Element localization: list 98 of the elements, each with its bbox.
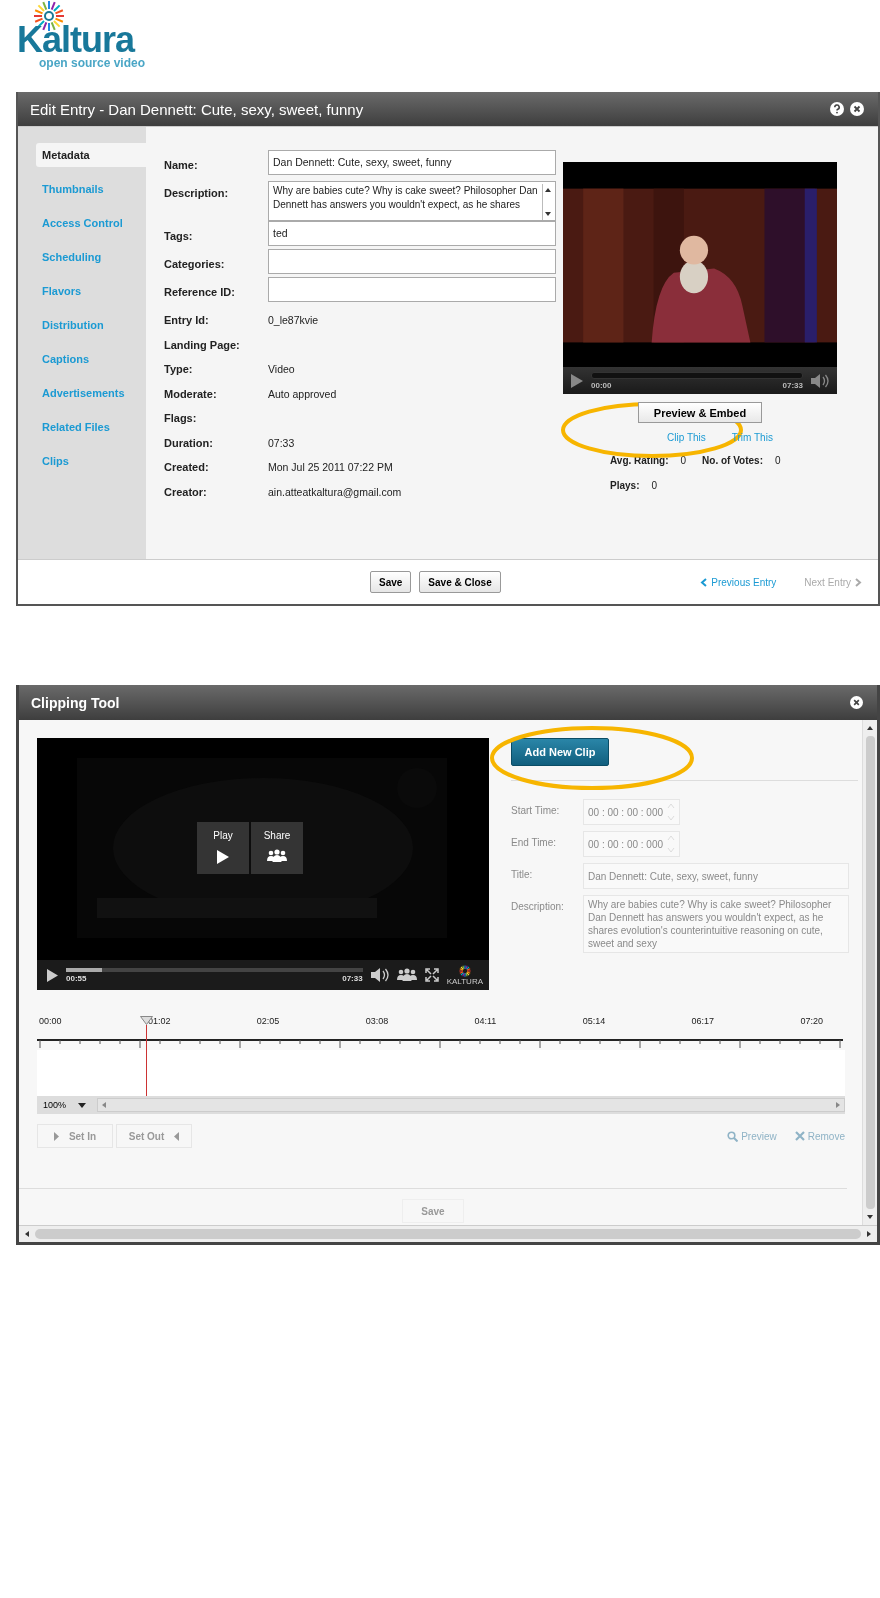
sidebar-tab[interactable]: Related Files [36,415,146,439]
sidebar-tab[interactable]: Metadata [36,143,146,167]
field-label: Categories: [164,257,226,270]
progress-track[interactable] [66,967,363,972]
triangle-right-icon [53,1131,59,1141]
share-icon[interactable] [396,968,417,982]
sidebar-tab[interactable]: Clips [36,449,146,473]
link[interactable]: Clip This [667,432,706,443]
field-label: Name: [164,158,199,171]
field-label: Entry Id: [164,313,210,326]
field-label: Reference ID: [164,285,236,298]
close-icon[interactable] [850,102,864,116]
brand-label: KALTURA [446,976,483,986]
field-label: Moderate: [164,386,218,400]
sidebar-tab[interactable]: Flavors [36,279,146,303]
play-icon [216,849,230,865]
field-label: Landing Page: [164,337,241,351]
triangle-left-icon [174,1131,180,1141]
field-label: Created: [164,460,210,473]
sidebar-tab[interactable]: Advertisements [36,381,146,405]
field-label: Type: [164,362,194,375]
field-value: Mon Jul 25 2011 07:22 PM [268,460,393,473]
timeline[interactable]: 00:00 01:02 02:05 03:08 04:11 05:14 06:17 07:20 100% [37,1016,845,1114]
scroll-up-icon[interactable] [866,724,874,732]
window-title: Clipping Tool [31,694,120,711]
people-icon [267,849,287,863]
play-icon[interactable] [47,968,58,982]
logo-wordmark: Kaltura [17,24,135,56]
playhead-line [146,1025,148,1096]
field-label: Description: [164,186,230,199]
field-value: Video [268,362,295,375]
volume-icon[interactable] [811,373,829,388]
field-label: End Time: [511,836,558,848]
field-label: Creator: [164,484,208,498]
search-icon [727,1130,739,1142]
input-field[interactable] [268,249,556,274]
time-label: 01:02 [147,1016,171,1026]
time-label: 07:20 [800,1016,823,1026]
time-label: 02:05 [256,1016,280,1026]
field-value: 0_le87kvie [268,313,319,326]
previous-entry-link[interactable]: Previous Entry [700,576,777,588]
field-label: Title: [511,868,534,880]
preview-embed-button[interactable]: Preview & Embed [638,402,762,423]
duration-time: 07:33 [342,973,363,983]
footer-button[interactable]: Save & Close [419,571,501,593]
close-icon [794,1131,805,1141]
sidebar-tab[interactable]: Access Control [36,211,146,235]
time-label: 03:08 [365,1016,389,1026]
field-value: ain.atteatkaltura@gmail.com [268,484,402,498]
zoom-dropdown[interactable]: 100% [37,1100,97,1110]
description-field[interactable]: Why are babies cute? Why is cake sweet? Philosopher Dan Dennett has answers you wouldn't expect, as he shares [268,181,556,221]
sidebar-tab[interactable]: Captions [36,347,146,371]
chevron-left-icon [700,577,708,587]
progress-track[interactable] [591,371,803,379]
time-label: 05:14 [582,1016,606,1026]
window-title: Edit Entry - Dan Dennett: Cute, sexy, sweet, funny [30,100,364,118]
stat-label: No. of Votes: [702,455,763,466]
share-overlay-button[interactable]: Share [251,822,303,874]
field-value: 07:33 [268,435,295,449]
field-value: Auto approved [268,386,337,400]
stat-value: 0 [680,455,687,466]
caret-icon [78,1102,87,1108]
scroll-down-icon[interactable] [866,1213,874,1221]
sidebar-tab[interactable]: Thumbnails [36,177,146,201]
logo-tagline: open source video [39,57,146,70]
close-icon[interactable] [850,696,863,709]
input-field[interactable]: ted [268,221,556,246]
add-new-clip-button[interactable]: Add New Clip [511,738,609,766]
help-icon[interactable] [830,102,844,116]
vertical-scrollbar[interactable] [862,720,877,1225]
stat-label: Plays: [610,480,640,491]
sidebar-tab[interactable]: Distribution [36,313,146,337]
volume-icon[interactable] [370,968,389,982]
footer-button[interactable]: Save [370,571,412,593]
chevron-right-icon [855,577,862,587]
stat-value: 0 [651,480,658,491]
elapsed-time: 00:55 [66,973,87,983]
duration-time: 07:33 [782,380,803,390]
time-label: 06:17 [691,1016,715,1026]
input-field[interactable] [268,277,556,302]
field-label: Tags: [164,229,194,242]
field-label: Description: [511,900,565,912]
horizontal-scrollbar[interactable] [19,1225,877,1242]
field-label: Duration: [164,435,214,449]
time-label: 04:11 [474,1016,497,1026]
play-icon[interactable] [571,373,583,388]
stat-value: 0 [775,455,781,466]
field-label: Start Time: [511,804,561,816]
fullscreen-icon[interactable] [424,968,439,982]
sunburst-icon [458,964,471,977]
scroll-right-icon[interactable] [865,1230,873,1238]
scroll-left-icon[interactable] [23,1230,31,1238]
elapsed-time: 00:00 [591,380,612,390]
input-field[interactable]: Dan Dennett: Cute, sexy, sweet, funny [268,150,556,175]
sidebar-tab[interactable]: Scheduling [36,245,146,269]
field-label: Flags: [164,411,198,424]
time-label: 00:00 [39,1016,62,1026]
play-overlay-button[interactable]: Play [197,822,249,874]
